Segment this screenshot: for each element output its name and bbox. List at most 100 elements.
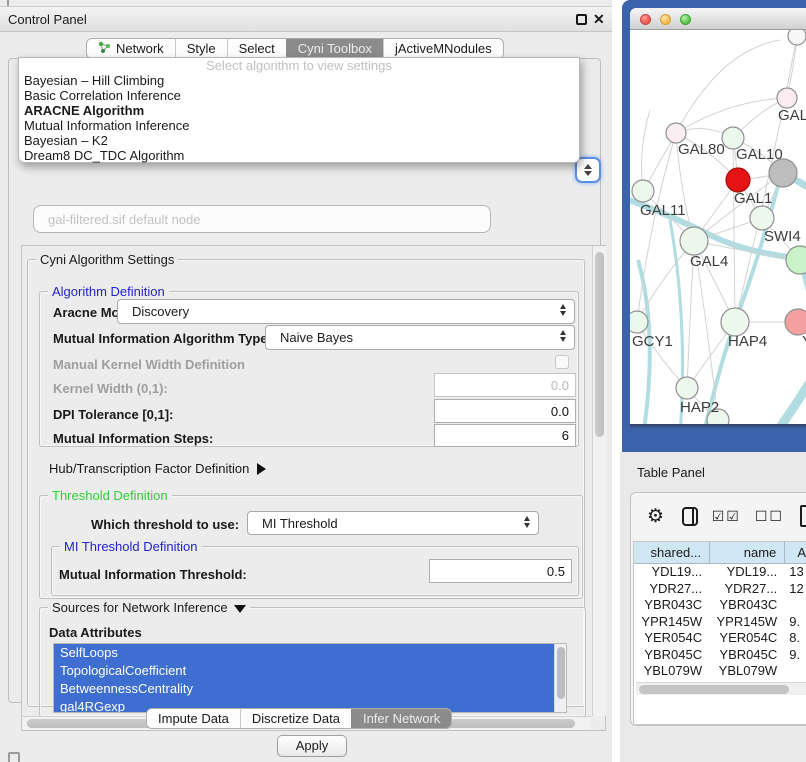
list-item-topologicalcoefficient[interactable]: TopologicalCoefficient	[54, 662, 554, 680]
attributes-scrollbar-thumb[interactable]	[557, 647, 565, 699]
close-traffic-light-icon[interactable]	[640, 14, 651, 25]
mi-type-value: Naive Bayes	[280, 330, 353, 345]
list-item-selfloops[interactable]: SelfLoops	[54, 644, 554, 662]
node-label: SWI4	[764, 228, 801, 245]
column-header-shared[interactable]: shared...	[634, 542, 710, 564]
combo-arrows-icon	[560, 304, 566, 316]
mi-type-combo[interactable]: Naive Bayes	[265, 325, 575, 350]
tab-label: Discretize Data	[252, 711, 340, 726]
deselect-all-checkboxes-icon[interactable]: ☐☐	[755, 508, 784, 525]
attributes-scrollbar[interactable]	[554, 644, 566, 712]
network-selector-combo[interactable]: gal-filtered.sif default node	[33, 205, 491, 233]
node-unlabeled[interactable]	[786, 246, 806, 274]
dock-panel-icon[interactable]	[8, 752, 20, 762]
export-table-icon[interactable]	[800, 505, 806, 527]
zoom-traffic-light-icon[interactable]	[680, 14, 691, 25]
node-y[interactable]	[785, 309, 806, 335]
node-gal4[interactable]	[680, 227, 708, 255]
algo-item-dream8-dc-tdc-algorithm[interactable]: Dream8 DC_TDC Algorithm	[19, 148, 579, 163]
table-cell: 9.	[785, 647, 806, 664]
table-row[interactable]: YER054CYER054C8.	[634, 630, 806, 647]
network-window-titlebar	[630, 8, 806, 30]
node-label: GAL1	[734, 190, 772, 207]
network-view-window: GALGAL80GAL10GAL1GAL11SWI4GAL4GCY1HAP4YH…	[622, 0, 806, 452]
settings-vscrollbar-thumb[interactable]	[595, 252, 604, 437]
table-row[interactable]: YBR043CYBR043C	[634, 597, 806, 614]
network-canvas[interactable]: GALGAL80GAL10GAL1GAL11SWI4GAL4GCY1HAP4YH…	[630, 30, 806, 424]
node-gal[interactable]	[777, 88, 797, 108]
algo-item-aracne-algorithm[interactable]: ARACNE Algorithm	[19, 103, 579, 118]
table-toolbar: ⚙ ☑☑ ☐☐	[631, 493, 806, 539]
which-threshold-value: MI Threshold	[262, 516, 338, 531]
select-all-checkboxes-icon[interactable]: ☑☑	[712, 508, 741, 525]
node-label: GAL	[778, 107, 806, 124]
hub-definition-toggle[interactable]: Hub/Transcription Factor Definition	[49, 461, 266, 476]
tab-select[interactable]: Select	[227, 39, 286, 58]
node-label: GAL4	[690, 253, 728, 270]
network-selector-value: gal-filtered.sif default node	[48, 212, 200, 227]
node-label: GAL11	[640, 202, 686, 219]
apply-button[interactable]: Apply	[277, 735, 347, 757]
table-hscrollbar-thumb[interactable]	[639, 685, 789, 694]
tab-style[interactable]: Style	[175, 39, 227, 58]
tab-network[interactable]: Network	[87, 39, 175, 58]
close-icon[interactable]: ✕	[593, 11, 605, 28]
dpi-tolerance-label: DPI Tolerance [0,1]:	[53, 407, 173, 422]
algo-item-basic-correlation-inference[interactable]: Basic Correlation Inference	[19, 88, 579, 103]
tab-discretize-data[interactable]: Discretize Data	[240, 709, 351, 728]
table-cell: YPR145W	[710, 614, 785, 631]
node-label: GCY1	[632, 333, 673, 350]
node-unlabeled[interactable]	[769, 159, 797, 187]
dpi-tolerance-field[interactable]	[434, 399, 576, 423]
node-gal11[interactable]	[632, 180, 654, 202]
table-row[interactable]: YDR27...YDR27...12	[634, 581, 806, 598]
node-gcy1[interactable]	[630, 311, 648, 333]
kernel-width-field	[434, 373, 576, 397]
tab-jactivemnodules[interactable]: jActiveMNodules	[383, 39, 503, 58]
table-row[interactable]: YBL079WYBL079W	[634, 663, 806, 680]
which-threshold-combo[interactable]: MI Threshold	[247, 511, 539, 535]
table-cell: YBR043C	[710, 597, 785, 614]
algo-item-bayesian-k2[interactable]: Bayesian – K2	[19, 133, 579, 148]
mi-threshold-field[interactable]	[429, 559, 572, 583]
node-gal80[interactable]	[666, 123, 686, 143]
table-row[interactable]: YBR045CYBR045C9.	[634, 647, 806, 664]
column-header-name[interactable]: name	[710, 542, 785, 564]
node-gal1[interactable]	[726, 168, 750, 192]
list-item-betweennesscentrality[interactable]: BetweennessCentrality	[54, 680, 554, 698]
node-hap4[interactable]	[721, 308, 749, 336]
node-unlabeled[interactable]	[788, 30, 806, 45]
column-header-a[interactable]: A	[785, 542, 806, 564]
table-hscrollbar[interactable]	[636, 682, 806, 695]
tab-label: Cyni Toolbox	[298, 41, 372, 56]
table-row[interactable]: YPR145WYPR145W9.	[634, 614, 806, 631]
table-cell: YBL079W	[710, 663, 785, 680]
column-layout-icon[interactable]	[682, 507, 698, 526]
network-edge	[733, 138, 735, 322]
float-window-icon[interactable]	[576, 14, 587, 25]
minimize-traffic-light-icon[interactable]	[660, 14, 671, 25]
table-cell	[785, 597, 806, 614]
mi-steps-label: Mutual Information Steps:	[53, 431, 213, 446]
tab-cyni-toolbox[interactable]: Cyni Toolbox	[286, 39, 383, 58]
gear-icon[interactable]: ⚙	[647, 505, 664, 528]
table-row[interactable]: YDL19...YDL19...13	[634, 564, 806, 581]
tab-infer-network[interactable]: Infer Network	[351, 709, 451, 728]
algo-item-bayesian-hill-climbing[interactable]: Bayesian – Hill Climbing	[19, 73, 579, 88]
table-cell: YBL079W	[634, 663, 710, 680]
mi-steps-field[interactable]	[434, 424, 576, 447]
aracne-mode-combo[interactable]: Discovery	[117, 299, 575, 324]
control-panel-window: Control Panel ✕ NetworkStyleSelectCyni T…	[0, 0, 612, 762]
sources-legend[interactable]: Sources for Network Inference	[48, 600, 250, 615]
tab-label: Network	[116, 41, 164, 56]
node-swi4[interactable]	[750, 206, 774, 230]
table-cell: 8.	[785, 630, 806, 647]
algorithm-popup-list: Bayesian – Hill ClimbingBasic Correlatio…	[19, 73, 579, 164]
algo-item-mutual-information-inference[interactable]: Mutual Information Inference	[19, 118, 579, 133]
table-panel: ⚙ ☑☑ ☐☐ shared...nameA YDL19...YDL19...1…	[630, 492, 806, 726]
settings-vscrollbar[interactable]	[592, 246, 606, 716]
node-label: HAP2	[680, 399, 719, 416]
tab-impute-data[interactable]: Impute Data	[147, 709, 240, 728]
node-hap2[interactable]	[676, 377, 698, 399]
manual-kernel-label: Manual Kernel Width Definition	[53, 357, 245, 372]
